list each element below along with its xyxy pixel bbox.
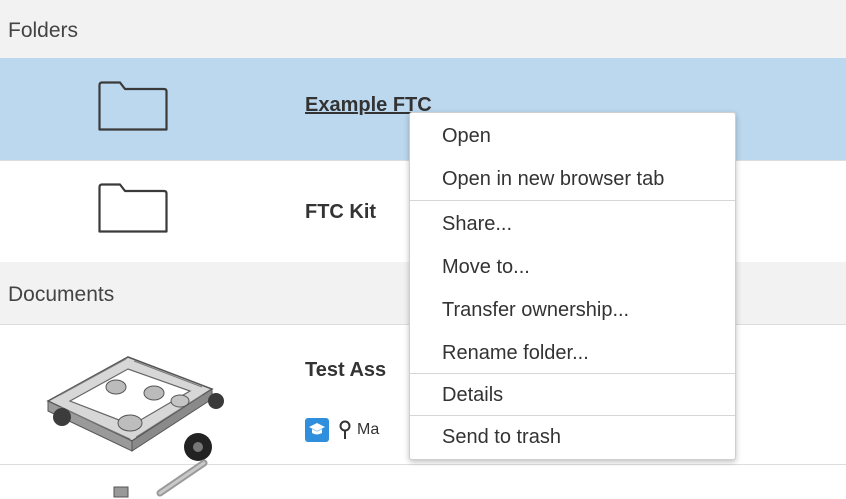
- document-name-link[interactable]: Test Ass: [305, 359, 386, 382]
- document-thumbnail[interactable]: [30, 329, 242, 465]
- document-row[interactable]: [0, 459, 846, 498]
- folder-icon: [98, 183, 168, 233]
- menu-item-open[interactable]: Open: [410, 115, 735, 158]
- menu-item-move-to[interactable]: Move to...: [410, 246, 735, 289]
- document-meta-text: Ma: [357, 421, 380, 438]
- menu-divider: [410, 200, 735, 201]
- folder-name-link[interactable]: FTC Kit: [305, 201, 376, 224]
- menu-item-send-to-trash[interactable]: Send to trash: [410, 416, 735, 459]
- section-title: Documents: [8, 283, 115, 306]
- menu-item-share[interactable]: Share...: [410, 203, 735, 246]
- menu-item-details[interactable]: Details: [410, 374, 735, 417]
- menu-item-open-new-tab[interactable]: Open in new browser tab: [410, 158, 735, 201]
- section-title: Folders: [8, 19, 79, 42]
- menu-item-transfer-ownership[interactable]: Transfer ownership...: [410, 289, 735, 332]
- folder-icon: [98, 81, 168, 131]
- document-thumbnail[interactable]: [100, 459, 230, 499]
- menu-item-rename-folder[interactable]: Rename folder...: [410, 332, 735, 375]
- document-meta: Ma: [305, 417, 379, 443]
- context-menu: Open Open in new browser tab Share... Mo…: [409, 112, 736, 460]
- education-badge-icon: [305, 418, 329, 442]
- location-pin-icon: [339, 420, 351, 439]
- section-header-folders: Folders: [0, 0, 846, 58]
